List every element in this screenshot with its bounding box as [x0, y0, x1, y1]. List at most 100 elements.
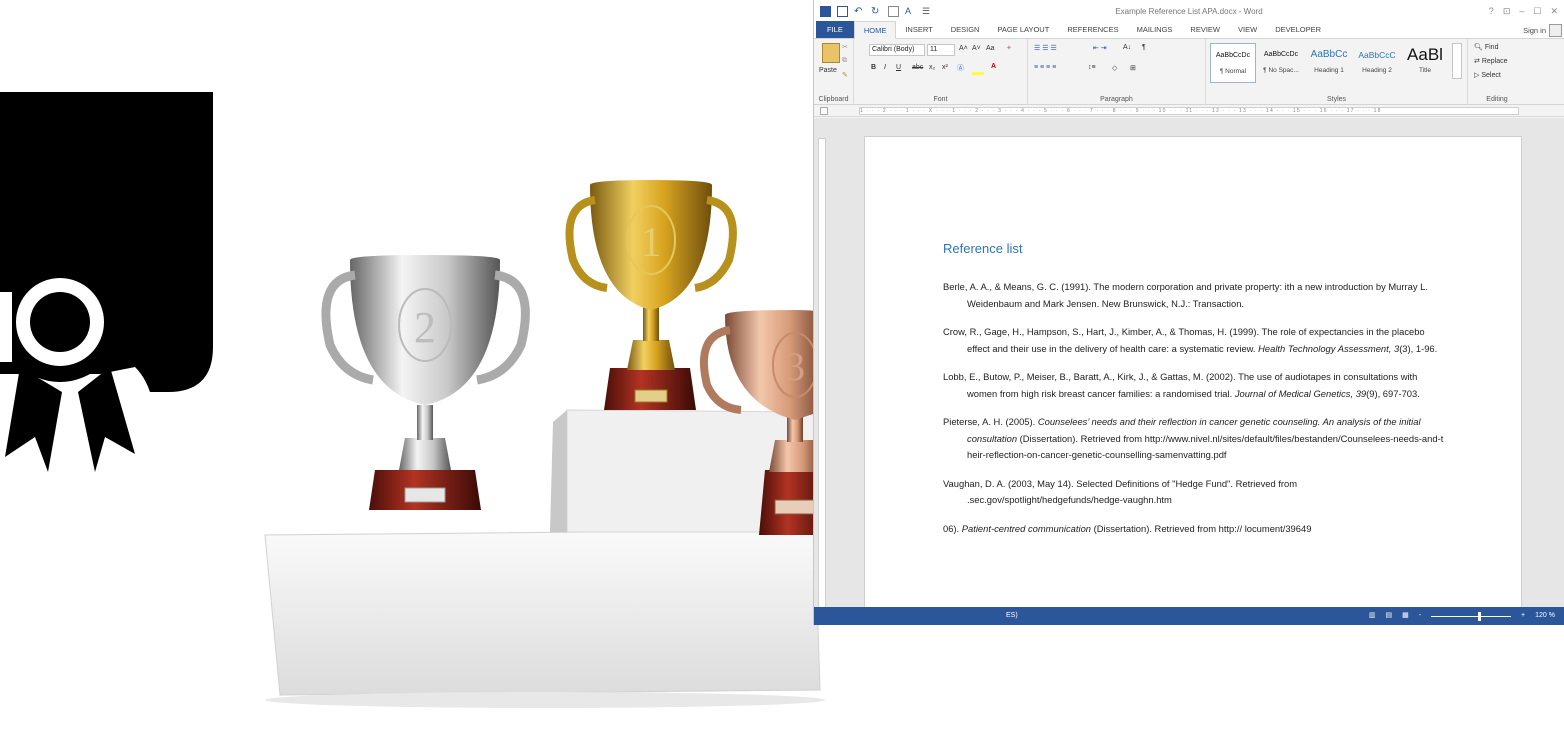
- editing-label: Editing: [1486, 96, 1508, 103]
- text-effects-icon[interactable]: Ⓐ: [957, 63, 964, 73]
- strikethrough-button[interactable]: abc: [912, 64, 923, 71]
- bullets-button[interactable]: ☰ ☰ ☰: [1034, 44, 1057, 52]
- redo-icon[interactable]: ↻: [871, 6, 882, 17]
- tab-design[interactable]: DESIGN: [942, 21, 989, 38]
- page-title: Reference list: [943, 241, 1023, 256]
- group-font: Calibri (Body) 11 A˄ A˅ Aa ✦ B I U abc x…: [854, 39, 1028, 105]
- tab-page-layout[interactable]: PAGE LAYOUT: [988, 21, 1058, 38]
- ribbon-tabs: FILE HOME INSERT DESIGN PAGE LAYOUT REFE…: [814, 21, 1564, 39]
- tab-mailings[interactable]: MAILINGS: [1128, 21, 1182, 38]
- zoom-slider[interactable]: [1431, 611, 1512, 621]
- grow-font-button[interactable]: A˄: [959, 45, 968, 52]
- silver-trophy-number: 2: [414, 303, 436, 352]
- cut-icon[interactable]: ✂: [842, 43, 848, 51]
- sign-in-link[interactable]: Sign in: [1523, 26, 1546, 35]
- ribbon-home: Paste ✂ ⧉ ✎ Clipboard Calibri (Body) 11 …: [814, 39, 1564, 105]
- reference-entry: 06). Patient-centred communication (Diss…: [943, 522, 1312, 534]
- tab-references[interactable]: REFERENCES: [1058, 21, 1127, 38]
- zoom-level[interactable]: 120 %: [1535, 607, 1555, 625]
- select-button[interactable]: ▷ Select: [1474, 71, 1501, 79]
- borders-icon[interactable]: ⊞: [1130, 64, 1136, 72]
- indent-buttons[interactable]: ⇤ ⇥: [1093, 44, 1107, 52]
- reference-entry: Pieterse, A. H. (2005). Counselees’ need…: [943, 416, 1444, 460]
- ruler-scale[interactable]: 1 · · · 2 · · · 1 · · · X · · · 1 · · · …: [859, 107, 1519, 115]
- bullets-icon[interactable]: ☰: [922, 6, 933, 17]
- shrink-font-button[interactable]: A˅: [972, 45, 981, 52]
- zoom-out-button[interactable]: -: [1419, 607, 1421, 625]
- subscript-button[interactable]: x₂: [929, 64, 935, 71]
- find-icon: 🔍︎: [1474, 44, 1485, 51]
- tab-file[interactable]: FILE: [816, 21, 854, 38]
- avatar[interactable]: [1549, 24, 1562, 37]
- style-normal[interactable]: AaBbCcDc ¶ Normal: [1210, 43, 1256, 83]
- copy-icon[interactable]: ⧉: [842, 57, 847, 65]
- zoom-in-button[interactable]: +: [1521, 607, 1525, 625]
- underline-button[interactable]: U: [896, 64, 901, 71]
- document-page[interactable]: Reference list Berle, A. A., & Means, G.…: [864, 136, 1522, 625]
- minimize-button[interactable]: –: [1519, 6, 1524, 17]
- web-layout-icon[interactable]: ▦: [1402, 607, 1409, 625]
- gold-trophy-number: 1: [641, 220, 662, 266]
- table-icon[interactable]: [888, 5, 899, 17]
- shading-icon[interactable]: ◇: [1112, 64, 1117, 72]
- zoom-slider-knob[interactable]: [1478, 611, 1482, 621]
- line-spacing-icon[interactable]: ↕≡: [1088, 64, 1096, 71]
- reference-entry: Berle, A. A., & Means, G. C. (1991). The…: [943, 281, 1428, 309]
- change-case-button[interactable]: Aa: [986, 45, 995, 52]
- read-mode-icon[interactable]: ▥: [1369, 607, 1376, 625]
- show-marks-button[interactable]: ¶: [1142, 44, 1146, 51]
- style-heading-2[interactable]: AaBbCcC Heading 2: [1354, 43, 1400, 83]
- save-icon[interactable]: [837, 5, 848, 17]
- language-indicator[interactable]: ES): [1006, 607, 1018, 625]
- paste-icon[interactable]: [822, 43, 840, 63]
- status-right: ▥ ▤ ▦ - + 120 %: [1369, 607, 1555, 625]
- tab-insert[interactable]: INSERT: [896, 21, 941, 38]
- paste-button[interactable]: Paste: [819, 67, 837, 74]
- italic-button[interactable]: I: [884, 64, 886, 71]
- quick-access-toolbar: ↶ ↻ A ☰: [814, 5, 933, 17]
- word-window: ↶ ↻ A ☰ Example Reference List APA.docx …: [813, 0, 1564, 625]
- styles-label: Styles: [1326, 96, 1347, 103]
- superscript-button[interactable]: x²: [942, 64, 948, 71]
- tab-developer[interactable]: DEVELOPER: [1266, 21, 1330, 38]
- bronze-trophy-number: 3: [785, 344, 805, 389]
- reference-entry: Lobb, E., Butow, P., Meiser, B., Baratt,…: [943, 371, 1420, 399]
- style-no-spacing[interactable]: AaBbCcDc ¶ No Spac...: [1258, 43, 1304, 83]
- format-painter-icon[interactable]: ✎: [842, 71, 848, 79]
- style-title[interactable]: AaBl Title: [1402, 43, 1448, 83]
- title-bar: ↶ ↻ A ☰ Example Reference List APA.docx …: [814, 0, 1564, 22]
- highlight-color-icon[interactable]: [972, 72, 984, 75]
- font-name-field[interactable]: Calibri (Body): [869, 44, 925, 56]
- font-color-icon[interactable]: A: [991, 63, 996, 70]
- replace-button[interactable]: ⇄ Replace: [1474, 57, 1508, 65]
- font-size-field[interactable]: 11: [927, 44, 955, 56]
- undo-icon[interactable]: ↶: [854, 6, 865, 17]
- clear-formatting-icon[interactable]: ✦: [1006, 44, 1012, 52]
- replace-icon: ⇄: [1474, 58, 1482, 65]
- reference-list: Berle, A. A., & Means, G. C. (1991). The…: [943, 279, 1448, 549]
- tab-home[interactable]: HOME: [853, 21, 897, 39]
- clipboard-label: Clipboard: [818, 96, 849, 103]
- document-area: Reference list Berle, A. A., & Means, G.…: [814, 118, 1564, 625]
- tab-selector[interactable]: [820, 107, 828, 115]
- maximize-button[interactable]: ☐: [1533, 6, 1541, 17]
- help-button[interactable]: ?: [1489, 6, 1494, 17]
- print-layout-icon[interactable]: ▤: [1385, 607, 1392, 625]
- align-buttons[interactable]: ≡ ≡ ≡ ≡: [1034, 64, 1056, 71]
- styles-scroll[interactable]: [1452, 43, 1462, 79]
- spelling-icon[interactable]: A: [905, 6, 916, 17]
- window-controls: ? ⊡ – ☐ ✕: [1489, 6, 1558, 17]
- status-bar: ES) ▥ ▤ ▦ - + 120 %: [814, 607, 1564, 625]
- reference-entry: Crow, R., Gage, H., Hampson, S., Hart, J…: [943, 326, 1438, 354]
- close-button[interactable]: ✕: [1550, 6, 1558, 17]
- silver-trophy: 2: [321, 255, 530, 510]
- ribbon-display-button[interactable]: ⊡: [1503, 6, 1511, 17]
- bold-button[interactable]: B: [871, 64, 876, 71]
- style-heading-1[interactable]: AaBbCc Heading 1: [1306, 43, 1352, 83]
- reference-entry: Vaughan, D. A. (2003, May 14). Selected …: [943, 477, 1298, 506]
- tab-view[interactable]: VIEW: [1229, 21, 1266, 38]
- tab-review[interactable]: REVIEW: [1181, 21, 1229, 38]
- sort-button[interactable]: A↓: [1123, 44, 1131, 51]
- font-label: Font: [933, 96, 948, 103]
- find-button[interactable]: 🔍︎ Find: [1474, 43, 1498, 51]
